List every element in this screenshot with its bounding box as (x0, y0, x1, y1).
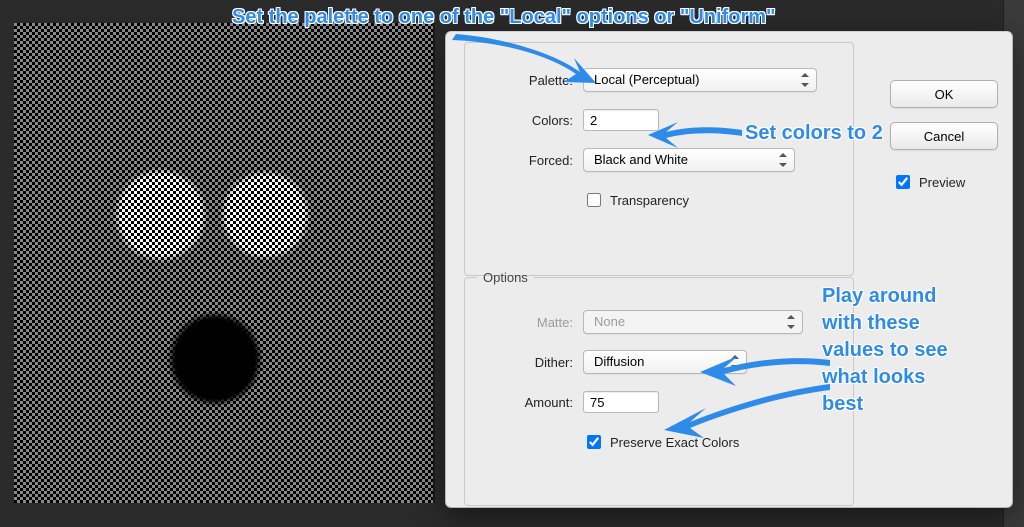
dither-label: Dither: (477, 355, 573, 370)
transparency-label: Transparency (610, 193, 689, 208)
canvas-preview (14, 23, 435, 503)
palette-row: Palette: Local (Perceptual) (477, 67, 841, 93)
matte-select-value: None (594, 314, 625, 329)
transparency-checkbox-input[interactable] (587, 193, 601, 207)
dither-select-value: Diffusion (594, 354, 644, 369)
amount-label: Amount: (477, 395, 573, 410)
transparency-checkbox[interactable]: Transparency (583, 190, 689, 210)
dither-select[interactable]: Diffusion (583, 350, 747, 374)
forced-label: Forced: (477, 153, 573, 168)
forced-row: Forced: Black and White (477, 147, 841, 173)
palette-select-value: Local (Perceptual) (594, 72, 700, 87)
preserve-row: Preserve Exact Colors (583, 429, 841, 455)
indexed-color-dialog: Palette: Local (Perceptual) Colors: (445, 31, 1013, 508)
updown-icon (800, 73, 810, 87)
matte-label: Matte: (477, 315, 573, 330)
preserve-checkbox[interactable]: Preserve Exact Colors (583, 432, 739, 452)
matte-select: None (583, 310, 803, 334)
palette-label: Palette: (477, 73, 573, 88)
forced-select[interactable]: Black and White (583, 148, 795, 172)
transparency-row: Transparency (583, 187, 841, 213)
updown-icon (778, 153, 788, 167)
annotation-options: Play around with these values to see wha… (822, 283, 948, 418)
annotation-top: Set the palette to one of the "Local" op… (232, 4, 776, 31)
palette-group: Palette: Local (Perceptual) Colors: (464, 42, 854, 276)
dialog-button-column: OK Cancel Preview (890, 80, 998, 192)
forced-select-value: Black and White (594, 152, 688, 167)
updown-icon (730, 355, 740, 369)
preserve-checkbox-input[interactable] (587, 435, 601, 449)
colors-label: Colors: (477, 113, 573, 128)
options-group: Options Matte: None Dither: Diffusio (464, 270, 854, 506)
colors-input[interactable] (583, 109, 659, 131)
dither-row: Dither: Diffusion (477, 349, 841, 375)
palette-select[interactable]: Local (Perceptual) (583, 68, 817, 92)
preserve-label: Preserve Exact Colors (610, 435, 739, 450)
dialog-body: Palette: Local (Perceptual) Colors: (446, 32, 1012, 507)
amount-row: Amount: (477, 389, 841, 415)
options-legend: Options (477, 270, 534, 285)
updown-icon (786, 315, 796, 329)
preview-checkbox[interactable]: Preview (892, 172, 965, 192)
annotation-colors: Set colors to 2 (745, 120, 883, 147)
screenshot-stage: Palette: Local (Perceptual) Colors: (0, 0, 1024, 527)
amount-input[interactable] (583, 391, 659, 413)
ok-button[interactable]: OK (890, 80, 998, 108)
preview-checkbox-input[interactable] (896, 175, 910, 189)
cancel-button[interactable]: Cancel (890, 122, 998, 150)
preview-label: Preview (919, 175, 965, 190)
matte-row: Matte: None (477, 309, 841, 335)
